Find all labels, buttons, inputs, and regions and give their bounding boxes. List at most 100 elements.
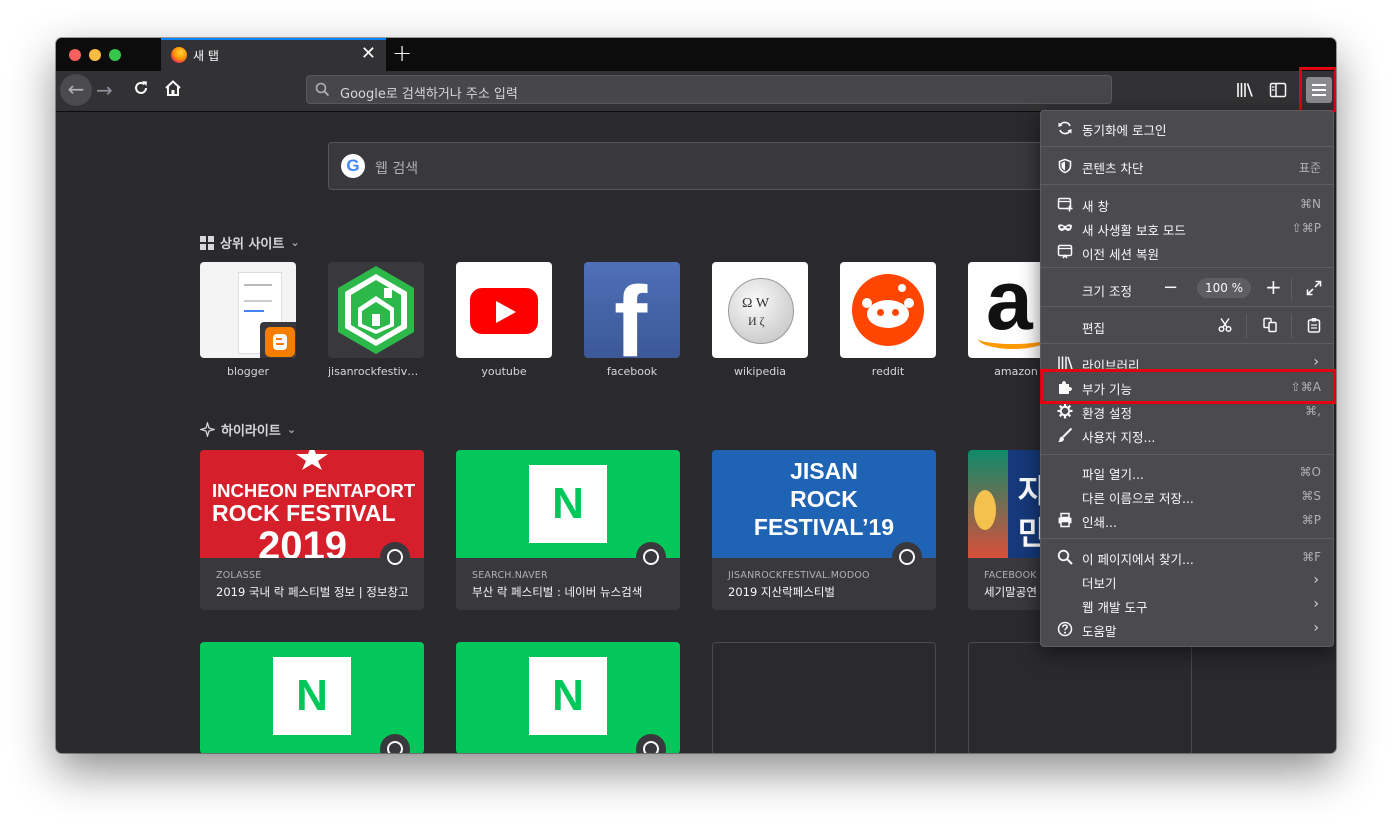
menu-item-content-blocking[interactable]: 콘텐츠 차단 표준 [1041, 154, 1333, 178]
highlights-header[interactable]: 하이라이트 ⌄ [200, 420, 296, 439]
search-icon [1057, 549, 1073, 565]
top-site-label: reddit [871, 365, 905, 378]
firefox-icon [171, 47, 187, 63]
top-site-jisanrockfestival[interactable]: jisanrockfestival… [328, 262, 424, 378]
menu-item-customize[interactable]: 사용자 지정... [1041, 423, 1333, 447]
top-site-wikipedia[interactable]: Ω W И ζ wikipedia [712, 262, 808, 378]
menu-item-help[interactable]: 도움말 › [1041, 617, 1333, 641]
chevron-down-icon: ⌄ [286, 423, 297, 436]
top-site-facebook[interactable]: f facebook [584, 262, 680, 378]
url-bar[interactable]: Google로 검색하거나 주소 입력 [306, 75, 1112, 104]
menu-divider [1291, 314, 1292, 338]
window-minimize-button[interactable] [89, 49, 101, 61]
highlight-card-naver-3[interactable]: N [456, 642, 680, 753]
highlight-card-naver[interactable]: N SEARCH.NAVER 부산 락 페스티벌 : 네이버 뉴스검색 [456, 450, 680, 610]
highlights-title: 하이라이트 [221, 424, 281, 439]
menu-item-shortcut: ⇧⌘P [1291, 221, 1321, 235]
menu-item-open-file[interactable]: 파일 열기... ⌘O [1041, 460, 1333, 484]
highlight-card-zolasse[interactable]: INCHEON PENTAPORT ROCK FESTIVAL 2019 ZOL… [200, 450, 424, 610]
window-maximize-button[interactable] [109, 49, 121, 61]
top-site-youtube[interactable]: youtube [456, 262, 552, 378]
gear-icon [1057, 403, 1073, 419]
top-sites-header[interactable]: 상위 사이트 ⌄ [200, 233, 300, 252]
clock-icon [636, 542, 666, 572]
highlight-box-addons [1040, 369, 1336, 404]
printer-icon [1058, 512, 1072, 528]
tab-close-button[interactable]: ✕ [361, 43, 376, 65]
youtube-icon [456, 262, 552, 358]
library-icon[interactable] [1236, 82, 1254, 98]
blogger-thumbnail [200, 262, 296, 358]
forward-button[interactable]: → [96, 76, 113, 104]
menu-item-more[interactable]: 더보기 › [1041, 569, 1333, 593]
top-site-label: youtube [481, 365, 527, 378]
new-tab-button[interactable]: + [392, 39, 412, 67]
menu-item-new-window[interactable]: 새 창 ⌘N [1041, 192, 1333, 216]
chevron-right-icon: › [1313, 620, 1319, 636]
card-image-text: 2019 [258, 524, 347, 558]
menu-item-label: 이 페이지에서 찾기... [1082, 552, 1194, 567]
zoom-in-button[interactable]: + [1265, 276, 1282, 298]
tab-strip: 새 탭 ✕ + [56, 38, 1336, 71]
top-site-reddit[interactable]: reddit [840, 262, 936, 378]
sidebar-icon[interactable] [1269, 82, 1287, 98]
help-icon [1057, 621, 1073, 637]
window-close-button[interactable] [69, 49, 81, 61]
home-icon[interactable] [164, 79, 182, 97]
url-bar-placeholder: Google로 검색하거나 주소 입력 [340, 87, 518, 102]
menu-item-label: 다른 이름으로 저장... [1082, 491, 1194, 506]
menu-item-private-window[interactable]: 새 사생활 보호 모드 ⇧⌘P [1041, 216, 1333, 240]
card-source: JISANROCKFESTIVAL.MODOO [728, 570, 870, 581]
private-mask-icon [1058, 224, 1072, 231]
menu-item-print[interactable]: 인쇄... ⌘P [1041, 508, 1333, 532]
menu-item-label: 도움말 [1082, 624, 1117, 639]
card-image-text: INCHEON PENTAPORT [212, 480, 416, 501]
highlight-box-menu-button [1299, 67, 1336, 113]
cut-icon[interactable] [1217, 317, 1233, 333]
menu-item-zoom: 크기 조정 − 100 % + [1041, 276, 1333, 301]
chevron-right-icon: › [1313, 354, 1319, 370]
zoom-label: 크기 조정 [1082, 284, 1132, 299]
menu-divider [1246, 314, 1247, 338]
top-site-label: facebook [606, 365, 658, 378]
copy-icon[interactable] [1262, 317, 1278, 333]
facebook-icon: f [584, 262, 680, 358]
menu-item-web-developer[interactable]: 웹 개발 도구 › [1041, 593, 1333, 617]
highlight-card-naver-2[interactable]: N [200, 642, 424, 753]
back-button[interactable]: ← [60, 74, 92, 106]
menu-item-sync[interactable]: 동기화에 로그인 [1041, 116, 1333, 140]
reload-icon[interactable] [132, 79, 150, 97]
menu-divider [1291, 277, 1292, 301]
empty-highlight-slot [712, 642, 936, 753]
top-site-label: wikipedia [733, 365, 786, 378]
card-source: FACEBOOK [984, 570, 1037, 581]
paste-icon[interactable] [1306, 317, 1322, 333]
navigation-toolbar: ← → Google로 검색하거나 주소 입력 [56, 71, 1336, 112]
card-image-text: FESTIVAL’19 [753, 514, 895, 540]
highlight-card-jisan[interactable]: JISAN ROCK FESTIVAL’19 JISANROCKFESTIVAL… [712, 450, 936, 610]
menu-separator [1041, 306, 1333, 307]
menu-item-restore-session[interactable]: 이전 세션 복원 [1041, 240, 1333, 264]
menu-item-label: 환경 설정 [1082, 406, 1132, 421]
clock-icon [380, 542, 410, 572]
top-site-blogger[interactable]: blogger [200, 262, 296, 378]
web-search-box[interactable]: G 웹 검색 [328, 142, 1048, 190]
restore-session-icon [1057, 244, 1073, 259]
top-site-label: blogger [226, 365, 270, 378]
tab-new-tab[interactable]: 새 탭 ✕ [161, 38, 386, 71]
empty-highlight-slot [968, 642, 1192, 753]
sparkle-icon [200, 422, 215, 437]
naver-icon: N [529, 657, 607, 735]
menu-item-label: 인쇄... [1082, 515, 1117, 530]
fullscreen-icon[interactable] [1306, 280, 1322, 296]
zoom-reset-button[interactable]: 100 % [1197, 278, 1251, 298]
top-sites-title: 상위 사이트 [220, 237, 285, 252]
menu-item-shortcut: ⌘P [1301, 513, 1321, 527]
menu-item-edit: 편집 [1041, 314, 1333, 338]
menu-item-find[interactable]: 이 페이지에서 찾기... ⌘F [1041, 545, 1333, 569]
shield-icon [1058, 158, 1072, 174]
menu-separator [1041, 184, 1333, 185]
menu-item-save-as[interactable]: 다른 이름으로 저장... ⌘S [1041, 484, 1333, 508]
zoom-out-button[interactable]: − [1163, 278, 1178, 298]
card-source: ZOLASSE [216, 570, 262, 581]
